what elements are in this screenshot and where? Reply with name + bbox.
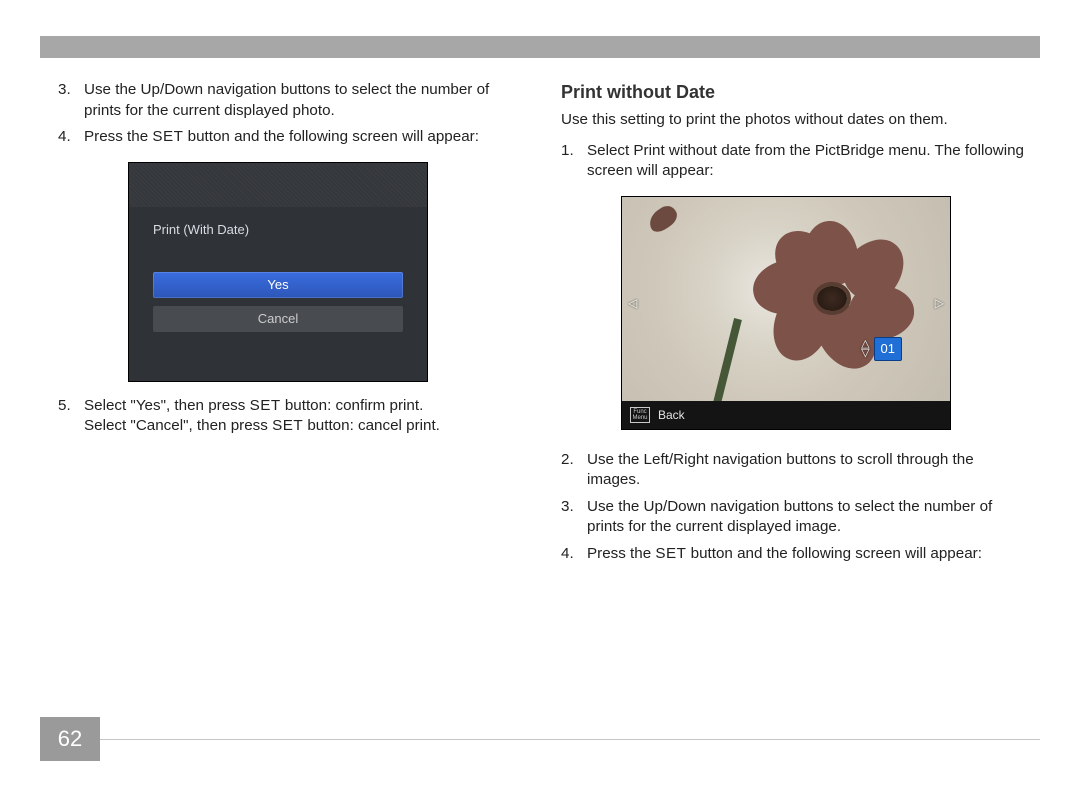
set-label: SET: [655, 545, 686, 562]
step-number: 3.: [561, 497, 587, 538]
step-text: Use the Left/Right navigation buttons to…: [587, 450, 1024, 491]
step-text: Use the Up/Down navigation buttons to se…: [84, 80, 521, 121]
list-item: 4. Press the SET button and the followin…: [561, 544, 1024, 565]
left-step-list-continued: 5. Select "Yes", then press SET button: …: [58, 396, 521, 437]
text-fragment: button: cancel print.: [303, 417, 440, 434]
list-item: 5. Select "Yes", then press SET button: …: [58, 396, 521, 437]
func-menu-icon[interactable]: Func Menu: [630, 407, 650, 423]
step-number: 3.: [58, 80, 84, 121]
print-count-value: 01: [874, 337, 902, 361]
list-item: 3. Use the Up/Down navigation buttons to…: [58, 80, 521, 121]
step-number: 4.: [561, 544, 587, 565]
flower-bud: [645, 203, 681, 236]
page-number: 62: [40, 717, 100, 761]
print-count-box: △▽ 01: [861, 337, 902, 361]
text-fragment: Select "Yes", then press: [84, 397, 250, 414]
nav-right-icon[interactable]: ▷: [935, 295, 944, 311]
manual-page: 3. Use the Up/Down navigation buttons to…: [0, 0, 1080, 785]
text-fragment: button and the following screen will app…: [183, 128, 479, 145]
right-step-list: 1. Select Print without date from the Pi…: [561, 141, 1024, 182]
nav-left-icon[interactable]: ◁: [628, 295, 637, 311]
option-yes[interactable]: Yes: [153, 272, 403, 298]
text-fragment: button and the following screen will app…: [686, 545, 982, 562]
list-item: 2. Use the Left/Right navigation buttons…: [561, 450, 1024, 491]
right-column: Print without Date Use this setting to p…: [561, 80, 1024, 570]
step-text: Press the SET button and the following s…: [587, 544, 982, 565]
list-item: 1. Select Print without date from the Pi…: [561, 141, 1024, 182]
screen-texture: [129, 163, 427, 207]
text-fragment: Press the: [587, 545, 655, 562]
step-text: Use the Up/Down navigation buttons to se…: [587, 497, 1024, 538]
preview-photo: ◁ ▷ △▽ 01: [622, 197, 950, 401]
camera-screen-photo-preview: ◁ ▷ △▽ 01 Func Menu Back: [621, 196, 951, 430]
option-cancel[interactable]: Cancel: [153, 306, 403, 332]
step-text: Select Print without date from the PictB…: [587, 141, 1024, 182]
set-label: SET: [152, 128, 183, 145]
step-number: 4.: [58, 127, 84, 148]
set-label: SET: [250, 397, 281, 414]
two-column-layout: 3. Use the Up/Down navigation buttons to…: [58, 80, 1024, 570]
list-item: 4. Press the SET button and the followin…: [58, 127, 521, 148]
left-column: 3. Use the Up/Down navigation buttons to…: [58, 80, 521, 570]
back-label: Back: [658, 407, 685, 423]
list-item: 3. Use the Up/Down navigation buttons to…: [561, 497, 1024, 538]
flower-stem: [709, 318, 742, 401]
step-text: Select "Yes", then press SET button: con…: [84, 396, 440, 437]
dialog-title: Print (With Date): [153, 221, 403, 239]
header-bar: [40, 36, 1040, 58]
set-label: SET: [272, 417, 303, 434]
func-bot-text: Menu: [632, 415, 647, 421]
dialog-pane: Print (With Date) Yes Cancel: [129, 207, 427, 381]
camera-screen-print-with-date: Print (With Date) Yes Cancel: [128, 162, 428, 382]
step-number: 1.: [561, 141, 587, 182]
text-fragment: Press the: [84, 128, 152, 145]
up-down-icon[interactable]: △▽: [861, 340, 869, 358]
bottom-bar: Func Menu Back: [622, 401, 950, 429]
section-intro: Use this setting to print the photos wit…: [561, 110, 1024, 131]
left-step-list: 3. Use the Up/Down navigation buttons to…: [58, 80, 521, 148]
step-number: 2.: [561, 450, 587, 491]
text-fragment: button: confirm print.: [281, 397, 424, 414]
step-number: 5.: [58, 396, 84, 437]
right-step-list-continued: 2. Use the Left/Right navigation buttons…: [561, 450, 1024, 565]
section-heading: Print without Date: [561, 80, 1024, 104]
step-text: Press the SET button and the following s…: [84, 127, 479, 148]
text-fragment: Select "Cancel", then press: [84, 417, 272, 434]
footer-rule: [100, 739, 1040, 740]
